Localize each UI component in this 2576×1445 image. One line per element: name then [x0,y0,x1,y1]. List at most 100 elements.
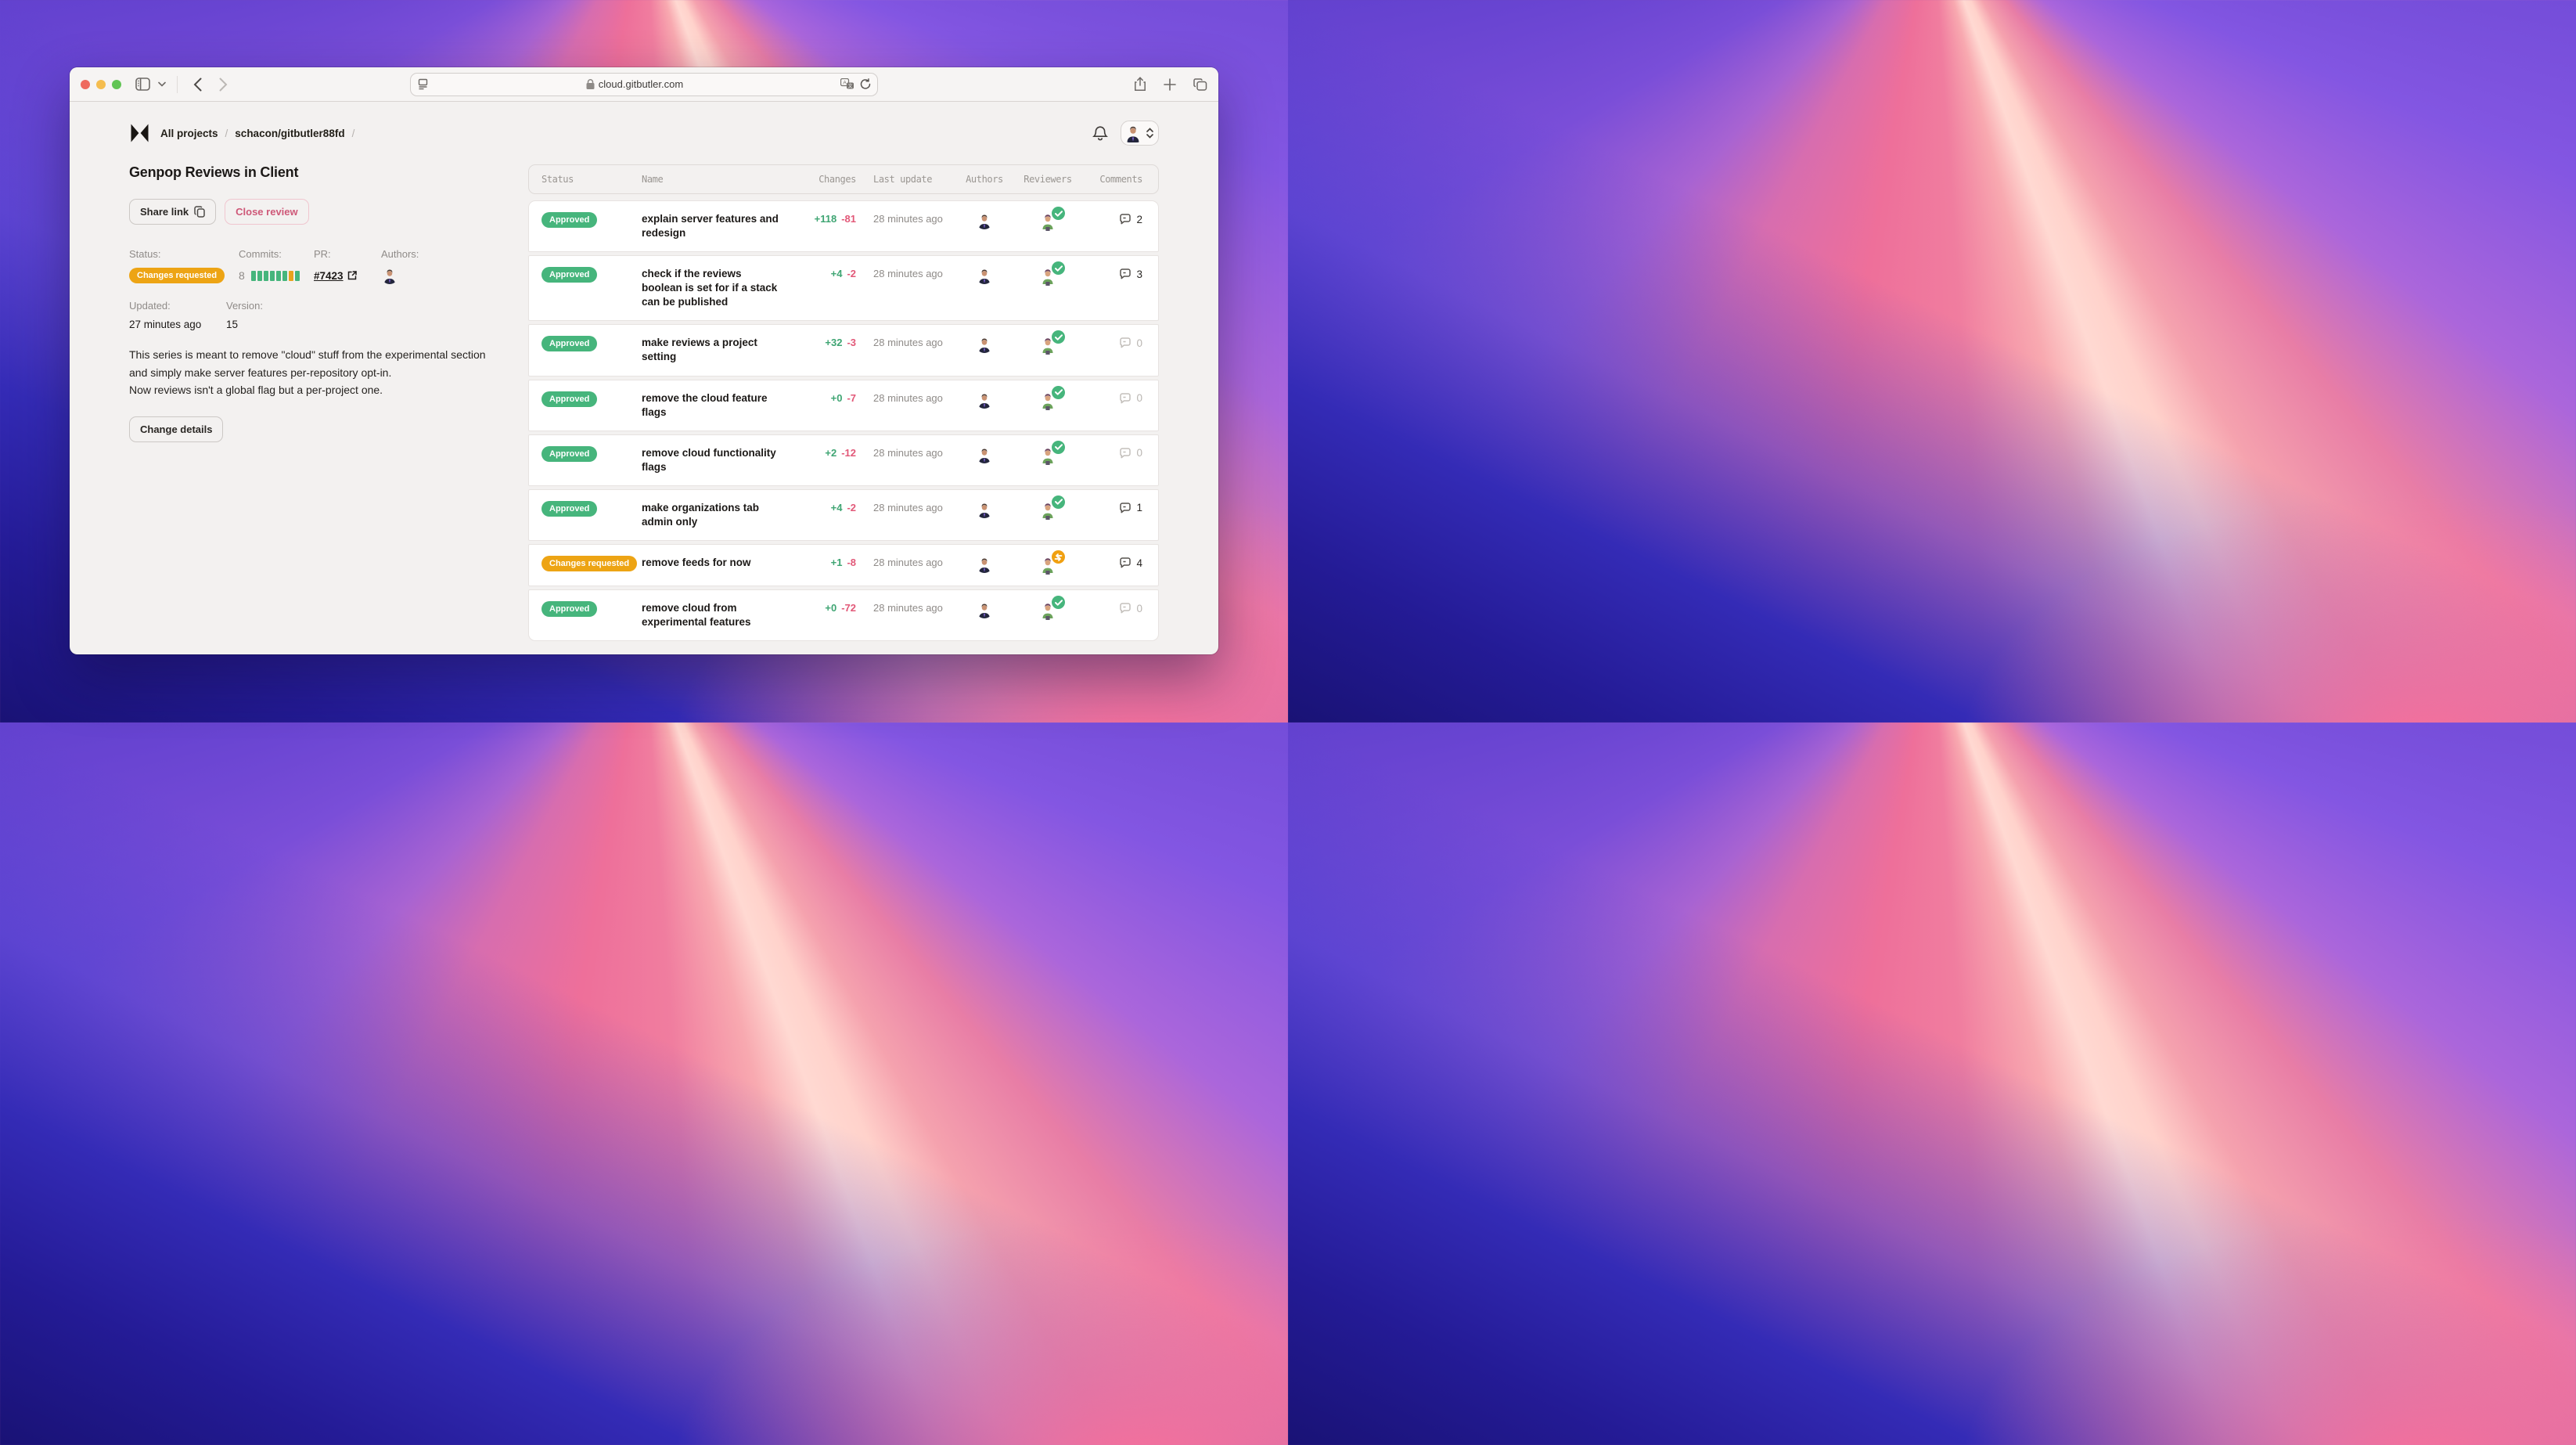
authors-label: Authors: [381,248,419,260]
row-reviewer-avatar[interactable] [1038,596,1065,621]
row-author-avatar[interactable] [976,267,993,285]
row-last-update: 28 minutes ago [873,501,943,513]
row-changes: +2 -12 [825,446,856,459]
url-text: cloud.gitbutler.com [598,78,684,90]
column-header-comments: Comments [1099,174,1142,185]
commit-segment [269,270,275,281]
page-content: All projects / schacon/gitbutler88fd / G… [70,119,1218,654]
user-menu-chevrons-icon [1146,127,1154,139]
table-row[interactable]: Approved remove cloud from experimental … [528,589,1159,642]
check-icon [1054,444,1063,450]
table-row[interactable]: Approved remove the cloud feature flags … [528,379,1159,431]
row-changes: +4 -2 [830,268,856,280]
table-row[interactable]: Changes requested remove feeds for now +… [528,544,1159,587]
row-name: make organizations tab admin only [642,501,760,528]
share-icon[interactable] [1134,77,1146,92]
review-description: This series is meant to remove "cloud" s… [129,348,486,397]
comment-count: 1 [1136,502,1142,514]
check-icon [1054,389,1063,395]
row-author-avatar[interactable] [976,500,993,518]
pr-link[interactable]: #7423 [314,270,357,282]
translate-icon[interactable]: A文 [840,78,854,90]
comment-count: 0 [1136,447,1142,459]
row-last-update: 28 minutes ago [873,391,943,404]
row-last-update: 28 minutes ago [873,602,943,614]
check-icon [1054,499,1063,506]
user-menu[interactable] [1121,121,1159,146]
table-row[interactable]: Approved remove cloud functionality flag… [528,434,1159,486]
row-last-update: 28 minutes ago [873,213,943,225]
lock-icon [586,79,595,89]
row-reviewer-avatar[interactable] [1038,440,1065,465]
sidebar-chevron-down-icon[interactable] [158,81,166,87]
row-status-badge: Approved [541,212,598,228]
comment-bubble-icon [1120,603,1131,614]
back-button[interactable] [193,77,202,92]
sidebar-toggle-icon[interactable] [135,77,150,91]
close-review-button[interactable]: Close review [225,199,309,225]
table-row[interactable]: Approved make organizations tab admin on… [528,488,1159,542]
row-author-avatar[interactable] [976,445,993,463]
comment-count: 3 [1136,268,1142,280]
commit-segment [275,270,281,281]
reviewer-status-badge [1052,207,1065,220]
column-header-reviewers: Reviewers [1024,174,1072,185]
comments-cell: 0 [1081,601,1146,614]
reader-view-icon[interactable] [417,78,429,90]
row-name: make reviews a project setting [642,337,757,363]
column-header-changes: Changes [818,174,856,185]
svg-text:A: A [843,80,847,85]
reload-icon[interactable] [860,78,871,90]
comment-count: 0 [1136,602,1142,614]
commit-bar [250,270,300,281]
reviewer-status-badge [1052,385,1065,399]
row-reviewer-avatar[interactable] [1038,495,1065,520]
row-author-avatar[interactable] [976,336,993,354]
comment-count: 0 [1136,337,1142,349]
row-author-avatar[interactable] [976,391,993,409]
new-tab-icon[interactable] [1164,77,1176,91]
breadcrumb-separator: / [351,127,355,139]
tab-overview-icon[interactable] [1193,77,1207,91]
row-changes: +0 -72 [825,602,856,614]
share-link-button[interactable]: Share link [129,199,217,225]
comments-cell: 0 [1081,336,1146,349]
gitbutler-logo-icon[interactable] [129,123,150,143]
table-row[interactable]: Approved make reviews a project setting … [528,324,1159,377]
row-reviewer-avatar[interactable] [1038,385,1065,410]
minimize-window-button[interactable] [96,79,106,89]
row-author-avatar[interactable] [976,212,993,229]
comment-bubble-icon [1120,214,1131,225]
row-reviewer-avatar[interactable] [1038,330,1065,355]
row-last-update: 28 minutes ago [873,268,943,280]
table-row[interactable]: Approved explain server features and red… [528,200,1159,253]
row-name: remove feeds for now [642,557,751,569]
commit-segment [294,270,300,281]
row-author-avatar[interactable] [976,556,993,574]
breadcrumb-all-projects[interactable]: All projects [160,128,218,139]
breadcrumb-project[interactable]: schacon/gitbutler88fd [235,128,344,139]
address-bar[interactable]: cloud.gitbutler.com A文 [410,72,878,96]
check-icon [1054,210,1063,217]
row-changes: +118 -81 [814,213,856,225]
table-header: Status Name Changes Last update Authors … [528,164,1159,194]
close-window-button[interactable] [81,79,90,89]
reviewer-status-badge [1052,440,1065,454]
check-icon [1054,265,1063,272]
row-author-avatar[interactable] [976,601,993,619]
notifications-bell-icon[interactable] [1092,125,1108,142]
browser-toolbar: cloud.gitbutler.com A文 [70,67,1218,102]
row-reviewer-avatar[interactable] [1038,207,1065,231]
table-row[interactable]: Approved check if the reviews boolean is… [528,255,1159,322]
commit-segment [282,270,287,281]
zoom-window-button[interactable] [112,79,121,89]
row-last-update: 28 minutes ago [873,337,943,349]
comment-bubble-icon [1120,392,1131,403]
row-reviewer-avatar[interactable] [1038,550,1065,575]
change-details-button[interactable]: Change details [129,416,224,443]
row-reviewer-avatar[interactable] [1038,261,1065,286]
forward-button[interactable] [219,77,228,92]
row-status-badge: Approved [541,445,598,462]
toolbar-divider [177,75,178,93]
row-status-badge: Approved [541,601,598,618]
